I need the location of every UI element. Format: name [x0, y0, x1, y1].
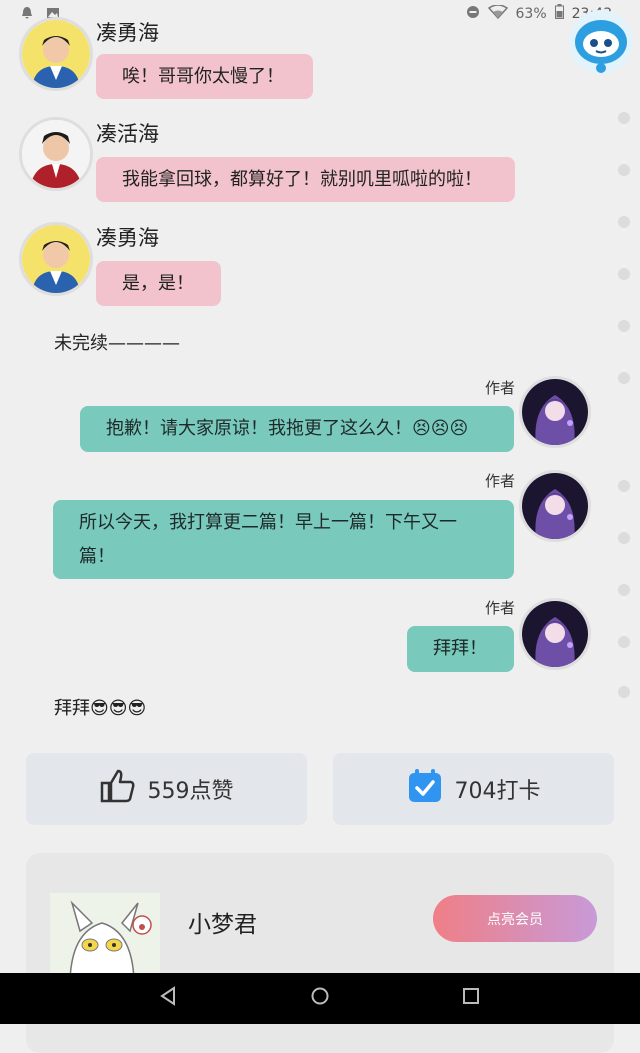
- avatar[interactable]: [19, 117, 93, 191]
- scroll-dot: [618, 268, 630, 280]
- activate-membership-button[interactable]: 点亮会员: [433, 895, 597, 942]
- checkin-button[interactable]: 704打卡: [333, 753, 614, 825]
- scroll-dot: [618, 480, 630, 492]
- author-avatar[interactable]: [519, 470, 591, 542]
- dnd-icon: [466, 5, 480, 23]
- message-bubble: 我能拿回球，都算好了！就别叽里呱啦的啦！: [96, 157, 515, 202]
- scroll-dot: [618, 216, 630, 228]
- avatar[interactable]: [19, 17, 93, 91]
- notification-icon: [20, 5, 34, 24]
- author-label: 作者: [485, 599, 516, 617]
- home-icon[interactable]: [310, 986, 330, 1011]
- robot-assistant-icon[interactable]: [565, 8, 637, 76]
- battery-level: 63%: [515, 5, 547, 22]
- scroll-dot: [618, 636, 630, 648]
- author-avatar[interactable]: [519, 376, 591, 448]
- author-avatar[interactable]: [519, 598, 591, 670]
- author-label: 作者: [485, 472, 516, 490]
- battery-icon: [554, 4, 564, 23]
- narration-text: 未完续————: [54, 333, 180, 354]
- scroll-dot: [618, 112, 630, 124]
- author-message-bubble: 抱歉！请大家原谅！我拖更了这么久！😣😣😣: [80, 406, 514, 452]
- recents-icon[interactable]: [462, 986, 480, 1011]
- sender-name: 凑勇海: [96, 21, 159, 45]
- scroll-dot: [618, 532, 630, 544]
- like-button[interactable]: 559点赞: [26, 753, 307, 825]
- author-profile-name: 小梦君: [188, 912, 257, 938]
- author-message-bubble: 拜拜！: [407, 626, 514, 672]
- thumbs-up-icon: [100, 768, 136, 810]
- scroll-dot: [618, 584, 630, 596]
- scroll-dot: [618, 164, 630, 176]
- calendar-check-icon: [407, 768, 443, 810]
- scroll-dot: [618, 320, 630, 332]
- narration-text: 拜拜😎😎😎: [54, 698, 147, 719]
- wifi-icon: [487, 3, 508, 23]
- navigation-bar: [0, 973, 640, 1024]
- scroll-dot: [618, 372, 630, 384]
- author-label: 作者: [485, 379, 516, 397]
- sender-name: 凑勇海: [96, 226, 159, 250]
- avatar[interactable]: [19, 222, 93, 296]
- message-bubble: 是，是！: [96, 261, 221, 306]
- message-bubble: 唉！哥哥你太慢了！: [96, 54, 313, 99]
- back-icon[interactable]: [159, 986, 177, 1011]
- like-count: 559点赞: [147, 779, 234, 804]
- checkin-count: 704打卡: [454, 779, 541, 804]
- author-profile-avatar[interactable]: [50, 893, 160, 973]
- scroll-dot: [618, 686, 630, 698]
- sender-name: 凑活海: [96, 122, 159, 146]
- author-message-bubble: 所以今天，我打算更二篇！早上一篇！下午又一篇！: [53, 500, 514, 579]
